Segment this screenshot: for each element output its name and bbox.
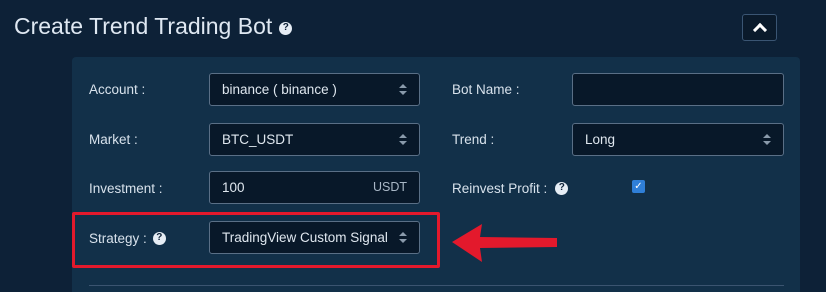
page-title: Create Trend Trading Bot ? — [14, 13, 293, 40]
market-label: Market : — [89, 131, 138, 147]
chevron-up-icon — [752, 22, 767, 38]
select-arrows-icon — [763, 134, 771, 145]
market-select-value: BTC_USDT — [222, 132, 294, 147]
trend-select-value: Long — [585, 132, 616, 147]
account-label: Account : — [89, 81, 146, 97]
investment-input[interactable]: 100 USDT — [209, 171, 420, 204]
market-select[interactable]: BTC_USDT — [209, 123, 420, 156]
investment-value: 100 — [222, 180, 245, 195]
reinvest-profit-checkbox[interactable]: ✓ — [632, 180, 645, 193]
form-divider — [89, 285, 784, 286]
account-select[interactable]: binance ( binance ) — [209, 73, 420, 106]
reinvest-profit-label-text: Reinvest Profit : — [452, 180, 548, 196]
collapse-button[interactable] — [742, 14, 777, 41]
select-arrows-icon — [399, 134, 407, 145]
strategy-highlight-box — [72, 212, 440, 268]
page-title-text: Create Trend Trading Bot — [14, 13, 273, 39]
help-icon[interactable]: ? — [279, 21, 293, 35]
bot-name-label: Bot Name : — [452, 81, 520, 97]
account-select-value: binance ( binance ) — [222, 82, 337, 97]
select-arrows-icon — [399, 84, 407, 95]
help-icon[interactable]: ? — [555, 181, 569, 195]
reinvest-profit-label: Reinvest Profit : ? — [452, 171, 569, 205]
investment-label: Investment : — [89, 180, 163, 196]
bot-name-input[interactable] — [572, 73, 784, 106]
trend-select[interactable]: Long — [572, 123, 784, 156]
trend-label: Trend : — [452, 131, 495, 147]
red-arrow-icon — [452, 224, 557, 262]
investment-unit: USDT — [372, 180, 407, 194]
red-arrow-shape — [452, 224, 557, 262]
